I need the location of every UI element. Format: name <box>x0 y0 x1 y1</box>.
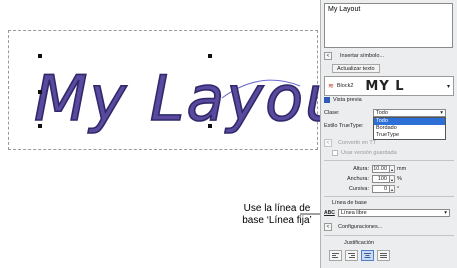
baseline-select[interactable]: Línea libre ▾ <box>338 209 450 217</box>
callout-caption: Use la línea de base ‘Línea fija’ <box>236 203 318 227</box>
preview-checkbox[interactable] <box>324 97 330 103</box>
justification-label: Justificación <box>344 240 374 246</box>
height-input[interactable]: 10.00 <box>372 165 390 173</box>
italic-unit: ° <box>397 186 400 192</box>
embroidery-object[interactable]: My Layout <box>0 0 320 268</box>
width-stepper[interactable]: ▴ <box>390 175 395 183</box>
lettering-panel: My Layout < Insertar símbolo... Actualiz… <box>320 0 457 268</box>
align-center-button[interactable] <box>361 250 374 261</box>
use-saved-label: Usar versión guardada <box>341 150 397 156</box>
align-justify-button[interactable] <box>377 250 390 261</box>
callout-line-1: Use la línea de <box>243 203 311 214</box>
height-unit: mm <box>397 166 407 172</box>
design-canvas[interactable]: My Layout Use la línea de base ‘Línea fi… <box>0 0 320 268</box>
settings-label[interactable]: Configuraciones... <box>338 224 382 230</box>
settings-expand-button[interactable]: < <box>324 223 332 231</box>
baseline-icon: ABC <box>324 210 335 216</box>
insert-symbol-button[interactable]: < <box>324 52 332 60</box>
convert-button[interactable]: < <box>324 139 332 147</box>
callout-line-2: base ‘Línea fija’ <box>242 215 312 226</box>
class-option-truetype[interactable]: TrueType <box>374 132 445 139</box>
align-center-icon <box>364 252 371 258</box>
font-preview: MY L <box>365 78 405 94</box>
update-text-button[interactable]: Actualizar texto <box>332 64 380 73</box>
font-selector[interactable]: ≋ Block2 MY L ▾ <box>324 76 454 96</box>
use-saved-checkbox[interactable] <box>332 150 338 156</box>
align-left-icon <box>332 252 339 258</box>
baseline-value: Línea libre <box>341 210 367 216</box>
baseline-label: Línea de base <box>332 200 367 206</box>
class-select[interactable]: Todo ▾ <box>373 109 446 117</box>
italic-input[interactable]: 0 <box>372 185 390 193</box>
width-input[interactable]: 100 <box>372 175 390 183</box>
italic-label: Cursiva: <box>348 186 369 192</box>
align-justify-icon <box>380 252 387 258</box>
embroidery-font-icon: ≋ <box>328 83 334 90</box>
height-label: Altura: <box>353 166 369 172</box>
font-name: Block2 <box>336 83 354 89</box>
align-left-button[interactable] <box>329 250 342 261</box>
convert-label: Convertir en TT <box>338 140 377 146</box>
italic-stepper[interactable]: ▴ <box>390 185 395 193</box>
class-value: Todo <box>376 110 388 116</box>
chevron-down-icon: ▾ <box>440 110 443 116</box>
text-input[interactable]: My Layout <box>324 3 453 48</box>
width-label: Anchura: <box>346 176 369 182</box>
chevron-down-icon[interactable]: ▾ <box>447 83 450 90</box>
truetype-style-label: Estilo TrueType: <box>324 123 364 129</box>
preview-label: Vista previa <box>333 97 362 103</box>
align-right-button[interactable] <box>345 250 358 261</box>
chevron-down-icon: ▾ <box>444 210 447 216</box>
align-right-icon <box>348 252 355 258</box>
class-label: Clase: <box>324 110 340 116</box>
width-unit: % <box>397 176 402 182</box>
layout-text: My Layout <box>34 62 320 135</box>
height-stepper[interactable]: ▴ <box>390 165 395 173</box>
insert-symbol-label[interactable]: Insertar símbolo... <box>340 53 384 59</box>
